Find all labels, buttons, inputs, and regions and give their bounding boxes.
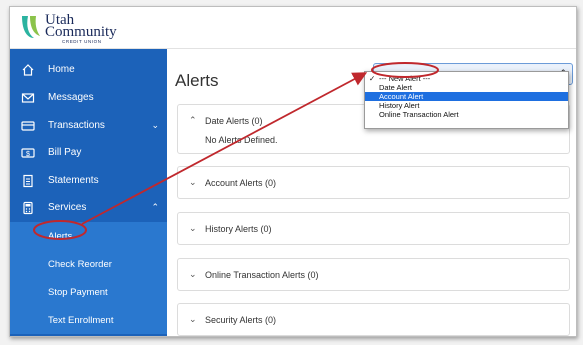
chevron-up-icon: ⌃ — [189, 115, 197, 125]
card-icon — [21, 119, 35, 133]
envelope-icon — [21, 91, 35, 105]
sidebar-item-label: Services — [48, 202, 87, 213]
chevron-down-icon: ⌄ — [151, 120, 159, 130]
logo-mark-icon — [22, 16, 40, 38]
dollar-icon: $ — [21, 146, 35, 160]
dropdown-option-label: Date Alert — [379, 83, 412, 92]
panel-label: Date Alerts (0) — [205, 116, 263, 126]
dropdown-option-label: Account Alert — [379, 92, 424, 101]
panel-account-alerts[interactable]: ⌄ Account Alerts (0) — [177, 166, 570, 199]
dropdown-option-online-transaction-alert[interactable]: Online Transaction Alert — [365, 110, 568, 119]
page-title: Alerts — [175, 71, 219, 90]
chevron-down-icon: ⌄ — [189, 177, 197, 187]
browser-frame: Utah Community CREDIT UNION Home Message… — [9, 6, 577, 337]
sidebar-item-services[interactable]: Services ⌃ — [10, 194, 167, 222]
sidebar-subitem-text-enrollment[interactable]: Text Enrollment — [10, 306, 167, 334]
sidebar-subitem-alerts[interactable]: Alerts — [10, 222, 167, 250]
chevron-down-icon: ⌄ — [189, 314, 197, 324]
chevron-down-icon: ⌄ — [189, 223, 197, 233]
dropdown-option-date-alert[interactable]: Date Alert — [365, 83, 568, 92]
chevron-up-icon: ⌃ — [151, 202, 159, 212]
panel-label: Account Alerts (0) — [205, 178, 277, 188]
sidebar-item-label: Bill Pay — [48, 147, 82, 158]
dropdown-option-label: History Alert — [379, 101, 420, 110]
sidebar-subitem-label: Check Reorder — [48, 259, 112, 270]
sidebar: Home Messages Transactions ⌄ $ Bill Pay — [10, 49, 167, 336]
logo-text-community: Community — [45, 24, 117, 40]
dropdown-option-label: --- New Alert --- — [379, 74, 431, 83]
sidebar-item-statements[interactable]: Statements — [10, 167, 167, 195]
sidebar-item-label: Statements — [48, 175, 99, 186]
sidebar-item-label: Home — [48, 64, 75, 75]
panel-history-alerts[interactable]: ⌄ History Alerts (0) — [177, 212, 570, 245]
dropdown-option-history-alert[interactable]: History Alert — [365, 101, 568, 110]
panel-label: Online Transaction Alerts (0) — [205, 270, 319, 280]
sidebar-item-home[interactable]: Home — [10, 56, 167, 84]
sidebar-subitem-stop-payment[interactable]: Stop Payment — [10, 278, 167, 306]
panel-empty-message: No Alerts Defined. — [205, 135, 278, 145]
top-bar: Utah Community CREDIT UNION — [10, 7, 576, 49]
dropdown-option-new-alert[interactable]: ✓ --- New Alert --- — [365, 74, 568, 83]
sidebar-item-transactions[interactable]: Transactions ⌄ — [10, 112, 167, 140]
sidebar-item-bill-pay[interactable]: $ Bill Pay — [10, 139, 167, 167]
dropdown-option-account-alert[interactable]: Account Alert — [365, 92, 568, 101]
panel-label: Security Alerts (0) — [205, 315, 277, 325]
document-icon — [21, 174, 35, 188]
sidebar-item-messages[interactable]: Messages — [10, 84, 167, 112]
utah-community-logo[interactable]: Utah Community CREDIT UNION — [18, 12, 138, 46]
calculator-icon — [21, 201, 35, 215]
dropdown-option-label: Online Transaction Alert — [379, 110, 459, 119]
sidebar-subitem-label: Stop Payment — [48, 287, 108, 298]
logo-text-credit-union: CREDIT UNION — [62, 39, 102, 44]
panel-security-alerts[interactable]: ⌄ Security Alerts (0) — [177, 303, 570, 336]
panel-online-transaction-alerts[interactable]: ⌄ Online Transaction Alerts (0) — [177, 258, 570, 291]
sidebar-item-label: Messages — [48, 92, 94, 103]
chevron-down-icon: ⌄ — [189, 269, 197, 279]
panel-label: History Alerts (0) — [205, 224, 272, 234]
main-content: Alerts ⇕ ⌃ Date Alerts (0) No Alerts Def… — [167, 49, 576, 336]
svg-text:$: $ — [26, 151, 30, 158]
new-alert-dropdown: ✓ --- New Alert --- Date Alert Account A… — [364, 71, 569, 129]
sidebar-subitem-check-reorder[interactable]: Check Reorder — [10, 250, 167, 278]
checkmark-icon: ✓ — [369, 74, 376, 83]
sidebar-subitem-label: Text Enrollment — [48, 315, 114, 326]
sidebar-item-label: Transactions — [48, 120, 105, 131]
sidebar-subitem-label: Alerts — [48, 231, 73, 242]
home-icon — [21, 63, 35, 77]
